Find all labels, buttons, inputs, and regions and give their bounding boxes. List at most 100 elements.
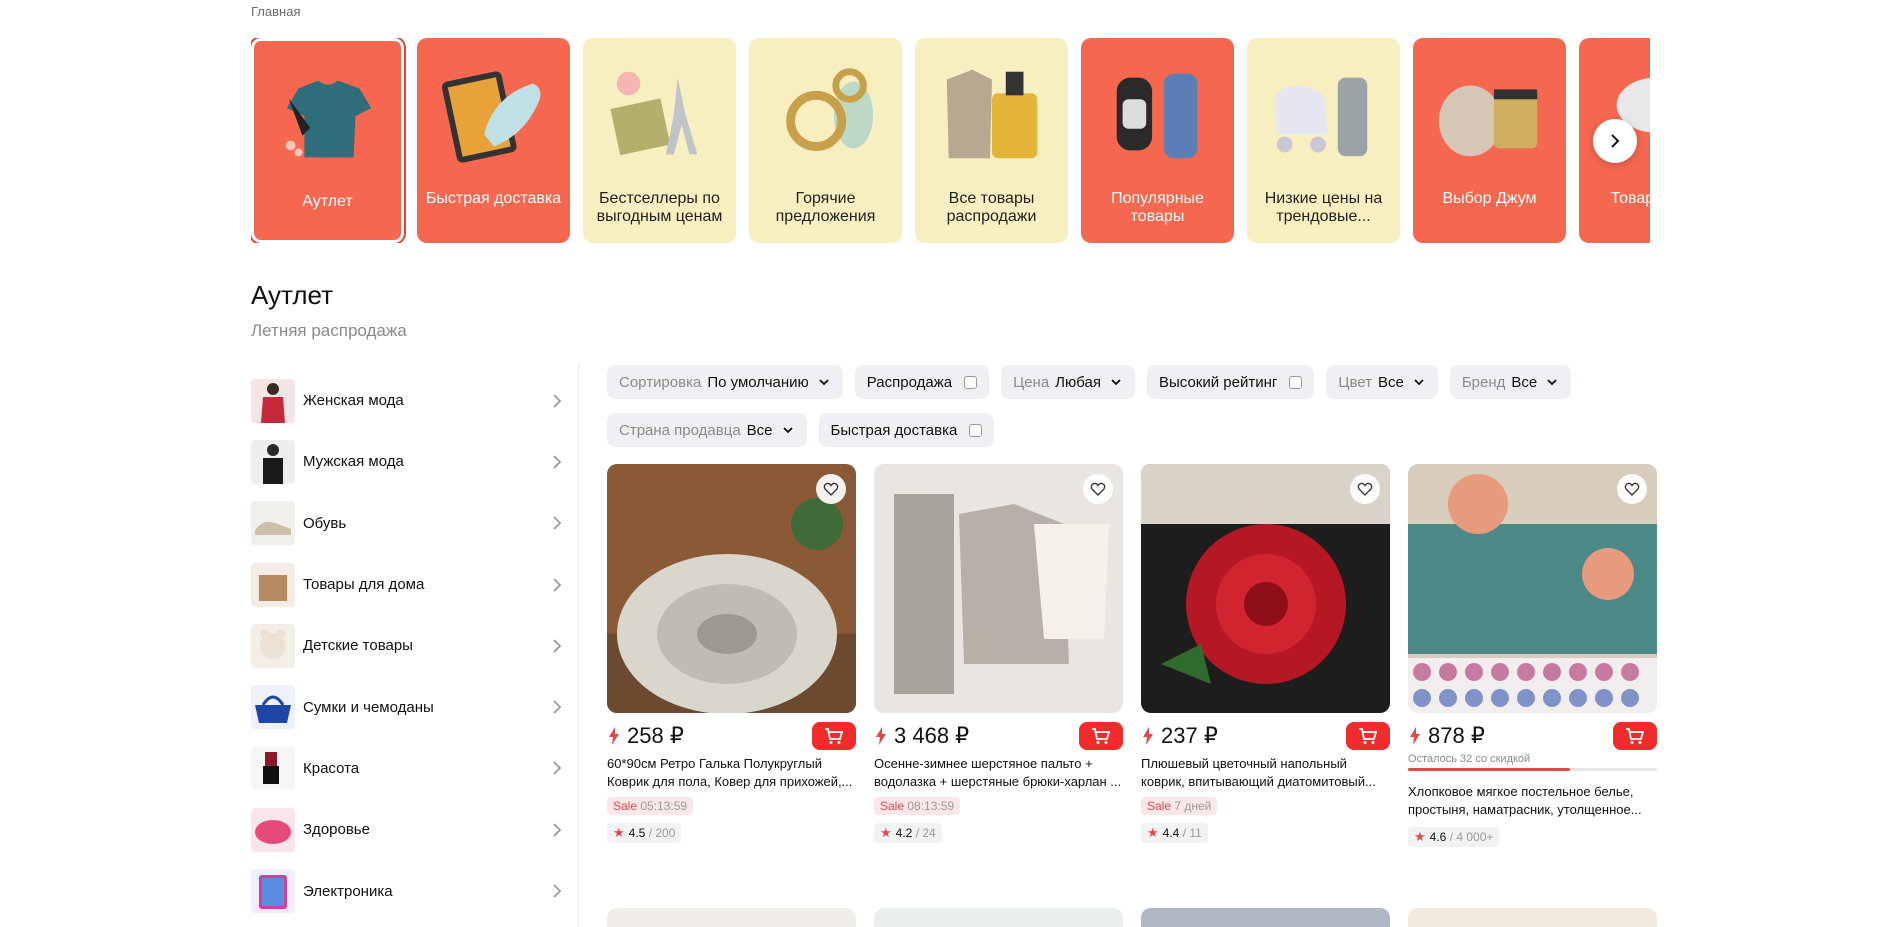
sidebar-item-beauty[interactable]: Красота [251,738,573,799]
sidebar-item-label: Женская мода [303,392,404,410]
product-price: 258 ₽ [627,723,684,748]
favorite-button[interactable] [1617,474,1647,504]
checkbox-icon [1289,375,1303,389]
tile-trending-low-prices[interactable]: Низкие цены на трендовые... [1247,38,1400,243]
sale-label: Sale [1147,799,1172,813]
tile-label: Аутлет [302,193,353,210]
review-count: / 4 000+ [1449,830,1494,844]
tiles-next-button[interactable] [1593,119,1637,163]
product-card[interactable]: 3 468 ₽ Осенне-зимнее шерстяное пальто +… [874,464,1123,847]
tile-joom-choice[interactable]: Выбор Джум [1413,38,1566,243]
chevron-right-icon [553,516,562,530]
rating-value: 4.4 [1162,826,1180,840]
roller-skates-icon [1274,77,1367,157]
tablet-icon [441,71,540,163]
women-fashion-icon [251,378,295,423]
sidebar-item-shoes[interactable]: Обувь [251,493,573,554]
cart-icon [1626,728,1645,744]
heart-icon [1357,482,1373,496]
product-price: 237 ₽ [1161,723,1218,748]
star-icon: ★ [1414,829,1426,844]
favorite-button[interactable] [816,474,846,504]
product-card[interactable]: 258 ₽ 60*90см Ретро Галька Полукруглый К… [607,464,856,847]
product-title[interactable]: Осенне-зимнее шерстяное пальто + водолаз… [874,755,1123,791]
high-rating-checkbox[interactable]: Высокий рейтинг [1146,365,1315,399]
page-title: Аутлет [251,280,334,310]
fast-delivery-checkbox[interactable]: Быстрая доставка [818,413,995,447]
product-image[interactable] [607,464,856,713]
favorite-button[interactable] [1350,474,1380,504]
tile-fast-delivery[interactable]: Быстрая доставка [417,38,570,243]
star-icon: ★ [613,825,625,840]
color-key: Цвет [1338,373,1372,391]
tile-bestsellers[interactable]: Бестселлеры по выгодным ценам [583,38,736,243]
product-image[interactable] [607,908,856,927]
chevron-right-icon [553,884,562,898]
sidebar-item-label: Здоровье [303,821,370,839]
sidebar-item-women[interactable]: Женская мода [251,370,573,431]
stock-progress-bar [1408,768,1657,771]
review-count: / 24 [915,826,936,840]
tile-label: Выбор Джум [1442,190,1537,207]
sidebar-item-health[interactable]: Здоровье [251,799,573,860]
massager-cream-icon [1438,85,1537,157]
favorite-button[interactable] [1083,474,1113,504]
seller-country-dropdown[interactable]: Страна продавца Все [607,413,807,447]
product-title[interactable]: Хлопковое мягкое постельное белье, прост… [1408,783,1657,819]
tile-outlet[interactable]: Аутлет [251,38,404,243]
product-card[interactable]: 237 ₽ Плюшевый цветочный напольный коври… [1141,464,1390,847]
product-image[interactable] [874,908,1123,927]
product-image[interactable] [1141,464,1390,713]
sidebar-item-label: Обувь [303,514,347,532]
sort-dropdown[interactable]: Сортировка По умолчанию [607,365,843,399]
sale-label: Sale [613,799,638,813]
product-image[interactable] [874,464,1123,713]
rating-badge: ★ 4.4 / 11 [1141,823,1208,843]
sidebar-item-kids[interactable]: Детские товары [251,615,573,676]
cart-icon [1359,728,1378,744]
sidebar-item-men[interactable]: Мужская мода [251,431,573,492]
brand-dropdown[interactable]: Бренд Все [1449,365,1572,399]
sidebar-item-home[interactable]: Товары для дома [251,554,573,615]
product-image[interactable] [1408,908,1657,927]
page-subtitle: Летняя распродажа [251,321,407,340]
add-to-cart-button[interactable] [1079,722,1123,750]
lightning-icon [1143,727,1153,745]
sale-checkbox[interactable]: Распродажа [854,365,990,399]
tile-all-sale[interactable]: Все товары распродажи [915,38,1068,243]
breadcrumb[interactable]: Главная [251,4,300,19]
sidebar-item-label: Мужская мода [303,453,404,471]
add-to-cart-button[interactable] [1346,722,1390,750]
cart-icon [825,728,844,744]
sidebar-item-label: Товары для дома [303,576,425,594]
chevron-right-icon [553,761,562,776]
add-to-cart-button[interactable] [812,722,856,750]
product-title[interactable]: 60*90см Ретро Галька Полукруглый Коврик … [607,755,856,791]
sidebar-item-electronics[interactable]: Электроника [251,860,573,921]
product-price: 878 ₽ [1428,723,1485,748]
color-dropdown[interactable]: Цвет Все [1326,365,1438,399]
tile-hot-deals[interactable]: Горячие предложения [749,38,902,243]
star-icon: ★ [880,825,892,840]
product-card[interactable]: 878 ₽ Осталось 32 со скидкой Хлопковое м… [1408,464,1657,847]
price-dropdown[interactable]: Цена Любая [1001,365,1135,399]
sidebar-item-label: Сумки и чемоданы [303,698,434,716]
star-icon: ★ [1147,825,1159,840]
sidebar-divider [578,364,579,927]
rating-value: 4.2 [895,826,913,840]
tile-popular[interactable]: Популярные товары [1081,38,1234,243]
add-to-cart-button[interactable] [1613,722,1657,750]
sidebar-item-label: Электроника [303,882,393,900]
review-count: / 200 [648,826,676,840]
tile-label: Товар... ру... [1610,190,1650,207]
product-title[interactable]: Плюшевый цветочный напольный коврик, впи… [1141,755,1390,791]
sort-value: По умолчанию [707,373,809,391]
chevron-down-icon [782,427,793,434]
fast-delivery-label: Быстрая доставка [830,421,958,439]
rating-badge: ★ 4.6 / 4 000+ [1408,827,1500,847]
product-image[interactable] [1408,464,1657,713]
chevron-right-icon [553,577,562,592]
kids-goods-icon [251,623,295,668]
sidebar-item-bags[interactable]: Сумки и чемоданы [251,676,573,737]
product-image[interactable] [1141,908,1390,927]
